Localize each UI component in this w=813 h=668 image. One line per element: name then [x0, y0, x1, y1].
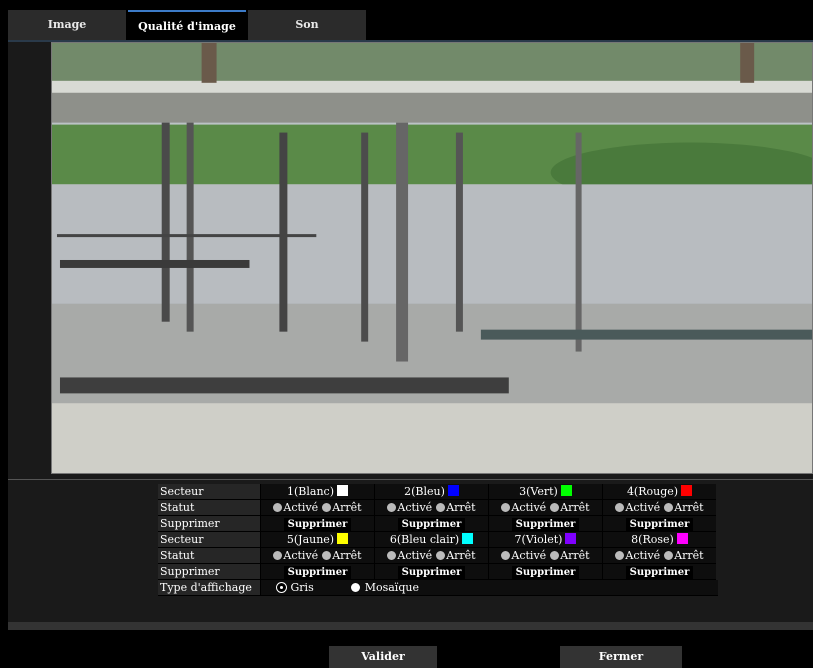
statut-label: Statut — [158, 548, 260, 564]
valider-button[interactable]: Valider — [329, 646, 437, 668]
radio-on-5[interactable] — [273, 551, 283, 560]
radio-on-4[interactable] — [615, 503, 625, 512]
delete-row-1: Supprimer Supprimer Supprimer Supprimer … — [158, 516, 718, 532]
delete-button-8[interactable]: Supprimer — [625, 566, 694, 580]
secteur-label: Secteur — [158, 484, 260, 500]
status-2: Activé Arrêt — [374, 500, 488, 516]
status-1: Activé Arrêt — [260, 500, 374, 516]
yellow-swatch — [337, 533, 349, 544]
radio-on-8[interactable] — [615, 551, 625, 560]
delete-button-7[interactable]: Supprimer — [511, 566, 580, 580]
supprimer-label: Supprimer — [158, 516, 260, 532]
status-7: Activé Arrêt — [488, 548, 602, 564]
white-swatch — [337, 485, 348, 496]
delete-button-6[interactable]: Supprimer — [397, 566, 466, 580]
radio-off-5[interactable] — [322, 551, 332, 560]
radio-mosaique[interactable] — [351, 583, 361, 592]
supprimer-label: Supprimer — [158, 564, 260, 580]
zone-2: 2(Bleu) — [374, 484, 488, 500]
violet-swatch — [565, 533, 577, 544]
radio-off-1[interactable] — [322, 503, 332, 512]
display-type-row: Type d'affichage Gris Mosaïque — [158, 580, 718, 596]
main-panel: Secteur 1(Blanc) 2(Bleu) 3(Vert) 4(Rouge… — [8, 42, 813, 622]
status-row-1: Statut Activé Arrêt Activé Arrêt Activé Arr… — [158, 500, 718, 516]
status-5: Activé Arrêt — [260, 548, 374, 564]
radio-on-7[interactable] — [501, 551, 511, 560]
zone-7: 7(Violet) — [488, 532, 602, 548]
footer-bar — [8, 622, 813, 630]
status-8: Activé Arrêt — [602, 548, 716, 564]
red-swatch — [681, 485, 693, 496]
delete-button-2[interactable]: Supprimer — [397, 518, 466, 532]
tab-qualite-image[interactable]: Qualité d'image — [128, 10, 246, 40]
zone-4: 4(Rouge) — [602, 484, 716, 500]
zone-3: 3(Vert) — [488, 484, 602, 500]
tab-son[interactable]: Son — [248, 10, 366, 40]
statut-label: Statut — [158, 500, 260, 516]
pink-swatch — [676, 533, 688, 544]
status-6: Activé Arrêt — [374, 548, 488, 564]
delete-button-3[interactable]: Supprimer — [511, 518, 580, 532]
tab-image[interactable]: Image — [8, 10, 126, 40]
display-type-label: Type d'affichage — [158, 580, 260, 596]
zone-6: 6(Bleu clair) — [374, 532, 488, 548]
radio-off-2[interactable] — [436, 503, 446, 512]
delete-button-4[interactable]: Supprimer — [625, 518, 694, 532]
delete-row-2: Supprimer Supprimer Supprimer Supprimer … — [158, 564, 718, 580]
tab-bar: Image Qualité d'image Son — [8, 10, 813, 42]
radio-on-1[interactable] — [273, 503, 283, 512]
zone-8: 8(Rose) — [602, 532, 716, 548]
camera-image — [52, 43, 812, 473]
cyan-swatch — [462, 533, 474, 544]
secteur-label: Secteur — [158, 532, 260, 548]
status-3: Activé Arrêt — [488, 500, 602, 516]
radio-gris[interactable] — [277, 583, 286, 592]
divider — [8, 479, 813, 480]
green-swatch — [560, 485, 572, 496]
delete-button-1[interactable]: Supprimer — [283, 518, 352, 532]
zone-1: 1(Blanc) — [260, 484, 374, 500]
zone-row-2: Secteur 5(Jaune) 6(Bleu clair) 7(Violet)… — [158, 532, 718, 548]
radio-off-3[interactable] — [550, 503, 560, 512]
delete-button-5[interactable]: Supprimer — [283, 566, 352, 580]
blue-swatch — [447, 485, 459, 496]
camera-preview[interactable] — [51, 42, 813, 474]
fermer-button[interactable]: Fermer — [560, 646, 682, 668]
zone-5: 5(Jaune) — [260, 532, 374, 548]
privacy-zone-settings: Secteur 1(Blanc) 2(Bleu) 3(Vert) 4(Rouge… — [158, 484, 718, 596]
radio-off-4[interactable] — [664, 503, 674, 512]
zone-row-1: Secteur 1(Blanc) 2(Bleu) 3(Vert) 4(Rouge… — [158, 484, 718, 500]
radio-off-8[interactable] — [664, 551, 674, 560]
status-row-2: Statut Activé Arrêt Activé Arrêt Activé Arr… — [158, 548, 718, 564]
radio-on-3[interactable] — [501, 503, 511, 512]
status-4: Activé Arrêt — [602, 500, 716, 516]
radio-off-7[interactable] — [550, 551, 560, 560]
radio-on-2[interactable] — [387, 503, 397, 512]
radio-on-6[interactable] — [387, 551, 397, 560]
radio-off-6[interactable] — [436, 551, 446, 560]
